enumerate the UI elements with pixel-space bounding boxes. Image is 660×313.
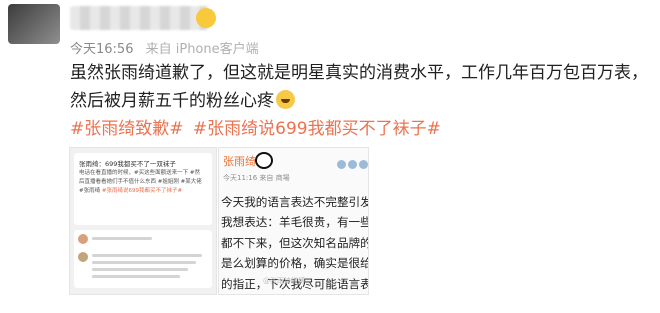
statement-author: 张雨绮 (223, 155, 256, 168)
statement-line: 都不下来，但这次知名品牌的优惠 (221, 235, 368, 250)
comment-line (92, 261, 196, 264)
user-avatar[interactable] (8, 4, 60, 44)
screenshot-comments (74, 230, 212, 288)
screenshot-hashtag: #张雨绮说699我都买不了袜子# (101, 188, 183, 194)
comment-avatar (78, 234, 88, 244)
screenshot-title: 张雨绮：699我都买不了一双袜子 (79, 160, 176, 168)
comment-avatar (78, 252, 88, 262)
statement-avatars (335, 154, 368, 173)
post-text-content: 虽然张雨绮道歉了，但这就是明星真实的消费水平，工作几年百万包百万表，然后被月薪五… (70, 63, 648, 111)
post-meta: 今天16:56 来自 iPhone客户端 (70, 38, 259, 57)
post-image-1[interactable]: 张雨绮：699我都买不了一双袜子 电话在看直播的时候，#买这些面额送来一下 #然… (69, 147, 217, 295)
post-source[interactable]: 来自 iPhone客户端 (146, 42, 259, 57)
post-time: 今天16:56 (70, 42, 134, 57)
crying-emoji-icon (276, 90, 295, 109)
comment-line (92, 275, 180, 278)
screenshot-card: 张雨绮：699我都买不了一双袜子 电话在看直播的时候，#买这些面额送来一下 #然… (74, 153, 212, 225)
statement-watermark: @张雨绮微博 (263, 277, 305, 285)
comment-line (92, 254, 202, 257)
statement-line: 是么划算的价格，确实是很给力的 (221, 256, 368, 271)
statement-line: 我想表达：羊毛很贵，有一些羊毛 (221, 215, 368, 230)
username-blurred[interactable] (70, 6, 208, 30)
user-badge-icon (196, 8, 216, 28)
hashtag-list: #张雨绮致歉# #张雨绮说699我都买不了袜子# (70, 117, 445, 141)
panda-icon (255, 152, 273, 169)
screenshot-body: 电话在看直播的时候，#买这些面额送来一下 #然后直播看看她们手不值什么东西 #姐… (79, 169, 205, 196)
post-text: 虽然张雨绮道歉了，但这就是明星真实的消费水平，工作几年百万包百万表，然后被月薪五… (70, 59, 655, 115)
post-image-2[interactable]: 张雨绮 今天11:16 来自 商場 今天我的语言表达不完整引发了一些 我想表达：… (218, 147, 369, 295)
comment-line (92, 237, 152, 240)
statement-subtitle: 今天11:16 来自 商場 (223, 174, 290, 182)
hashtag-link[interactable]: #张雨绮致歉# (70, 119, 184, 139)
hashtag-link[interactable]: #张雨绮说699我都买不了袜子# (193, 119, 441, 139)
comment-line (92, 268, 188, 271)
statement-line: 今天我的语言表达不完整引发了一些 (221, 195, 368, 209)
